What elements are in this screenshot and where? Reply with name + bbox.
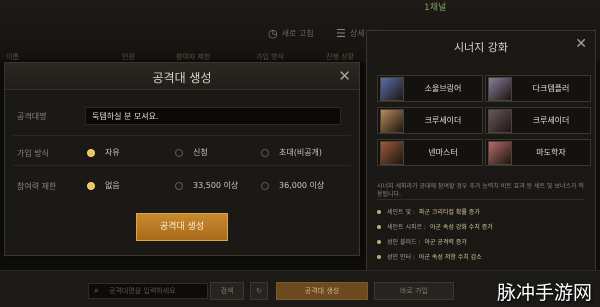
bullet-icon — [377, 239, 381, 244]
close-icon[interactable]: ✕ — [338, 67, 351, 85]
card-name: 크루세이더 — [424, 116, 462, 125]
column-name: 이름 — [6, 53, 19, 61]
panel-title: 시너지 강화 — [453, 41, 509, 54]
character-portrait-icon — [488, 76, 512, 101]
limit-option-33500[interactable]: 33,500 이상 — [175, 180, 238, 191]
column-members: 인원 — [122, 53, 135, 61]
bonus-effect: 아군 속성 강화 수치 증가 — [429, 224, 493, 231]
card-name: 크루세이더 — [532, 116, 570, 125]
bonus-effect: 아군 속성 저항 수치 감소 — [418, 254, 482, 261]
column-join-type: 가입 방식 — [256, 53, 284, 61]
card-name: 넨마스터 — [428, 148, 458, 157]
synergy-card[interactable]: 크루세이더 — [485, 107, 591, 134]
bonus-row: 세인트 및 : 파군 크리티컬 확률 증가 — [377, 207, 480, 216]
bullet-icon — [377, 254, 381, 259]
character-portrait-icon — [380, 108, 404, 133]
character-portrait-icon — [380, 76, 404, 101]
join-option-free[interactable]: 자유 — [87, 147, 120, 158]
quick-join-button[interactable]: 바로 가입 — [374, 282, 454, 300]
bonus-effect: 아군 공격력 증가 — [424, 239, 467, 246]
refresh-label: 새로 고침 — [281, 28, 314, 38]
join-option-label: 자유 — [105, 148, 120, 157]
bonus-effect: 파군 크리티컬 확률 증가 — [418, 209, 480, 216]
limit-option-none[interactable]: 없음 — [87, 180, 120, 191]
limit-option-label: 없음 — [105, 181, 120, 190]
join-type-label: 가입 방식 — [17, 149, 49, 158]
synergy-card[interactable]: 마도학자 — [485, 139, 591, 166]
limit-option-label: 33,500 이상 — [193, 181, 239, 190]
synergy-card[interactable]: 다크템플러 — [485, 75, 591, 102]
limit-option-36000[interactable]: 36,000 이상 — [261, 180, 324, 191]
synergy-description: 시너지 세피라가 공대에 참여할 경우 추가 능력치 비트 효과 등 세트 및 … — [377, 183, 584, 198]
character-portrait-icon — [488, 108, 512, 133]
card-name: 다크템플러 — [532, 84, 570, 93]
card-name: 마도학자 — [536, 148, 566, 157]
radio-selected-icon — [87, 181, 95, 190]
synergy-panel: 시너지 강화 ✕ 소울브링어 다크템플러 크루세이더 크루세이더 넨마스터 마도… — [366, 30, 596, 272]
radio-icon — [175, 181, 183, 190]
raid-name-label: 공격대명 — [17, 112, 47, 121]
bonus-class: 성인 인터 : — [387, 254, 415, 261]
character-portrait-icon — [380, 140, 404, 165]
search-button[interactable]: 검색 — [210, 282, 244, 300]
close-icon[interactable]: ✕ — [575, 36, 587, 52]
clock-icon: ◷ — [268, 26, 278, 40]
character-portrait-icon — [488, 140, 512, 165]
refresh-button[interactable]: ◷ 새로 고침 — [268, 26, 314, 40]
synergy-card[interactable]: 크루세이더 — [377, 107, 483, 134]
raid-name-input[interactable]: 둑템하실 분 모셔요. — [85, 107, 341, 125]
bonus-class: 세인트 시피르 : — [387, 224, 426, 231]
radio-icon — [175, 148, 183, 157]
synergy-card[interactable]: 넨마스터 — [377, 139, 483, 166]
list-icon: ☰ — [336, 26, 346, 40]
create-raid-modal: 공격대 생성 ✕ 공격대명 둑템하실 분 모셔요. 가입 방식 자유 신청 초대… — [4, 62, 360, 256]
bullet-icon — [377, 209, 381, 214]
search-icon: ⌕ — [94, 286, 100, 296]
divider — [377, 199, 585, 200]
bullet-icon — [377, 224, 381, 229]
modal-title: 공격대 생성 — [152, 71, 212, 85]
join-option-invite[interactable]: 초대(비공개) — [261, 147, 322, 158]
card-name: 소울브링어 — [424, 84, 462, 93]
power-limit-label: 참여력 제한 — [17, 182, 57, 191]
channel-info: 1채널 — [424, 3, 447, 13]
radio-selected-icon — [87, 148, 95, 157]
bottom-create-raid-button[interactable]: 공격대 생성 — [276, 282, 368, 300]
site-watermark: 脉冲手游网 — [496, 282, 592, 304]
column-progress: 진행 상황 — [326, 53, 354, 61]
join-option-label: 초대(비공개) — [279, 148, 323, 157]
create-raid-button[interactable]: 공격대 생성 — [136, 213, 228, 241]
search-placeholder: 공격대명을 입력하세요 — [109, 287, 176, 295]
bonus-row: 세인트 시피르 : 아군 속성 강화 수치 증가 — [377, 222, 493, 231]
limit-option-label: 36,000 이상 — [279, 181, 325, 190]
radio-icon — [261, 148, 269, 157]
bonus-row: 성인 인터 : 아군 속성 저항 수치 감소 — [377, 252, 482, 261]
divider — [13, 165, 351, 166]
bonus-class: 성인 블러드 : — [387, 239, 421, 246]
join-option-label: 신청 — [193, 148, 208, 157]
column-limit: 참여자 제한 — [176, 53, 211, 61]
radio-icon — [261, 181, 269, 190]
bonus-class: 세인트 및 : — [387, 209, 415, 216]
join-option-apply[interactable]: 신청 — [175, 147, 208, 158]
synergy-card[interactable]: 소울브링어 — [377, 75, 483, 102]
bonus-row: 성인 블러드 : 아군 공격력 증가 — [377, 237, 467, 246]
divider — [13, 135, 351, 136]
search-input[interactable]: ⌕ 공격대명을 입력하세요 — [88, 283, 208, 299]
refresh-icon[interactable]: ↻ — [250, 282, 268, 300]
